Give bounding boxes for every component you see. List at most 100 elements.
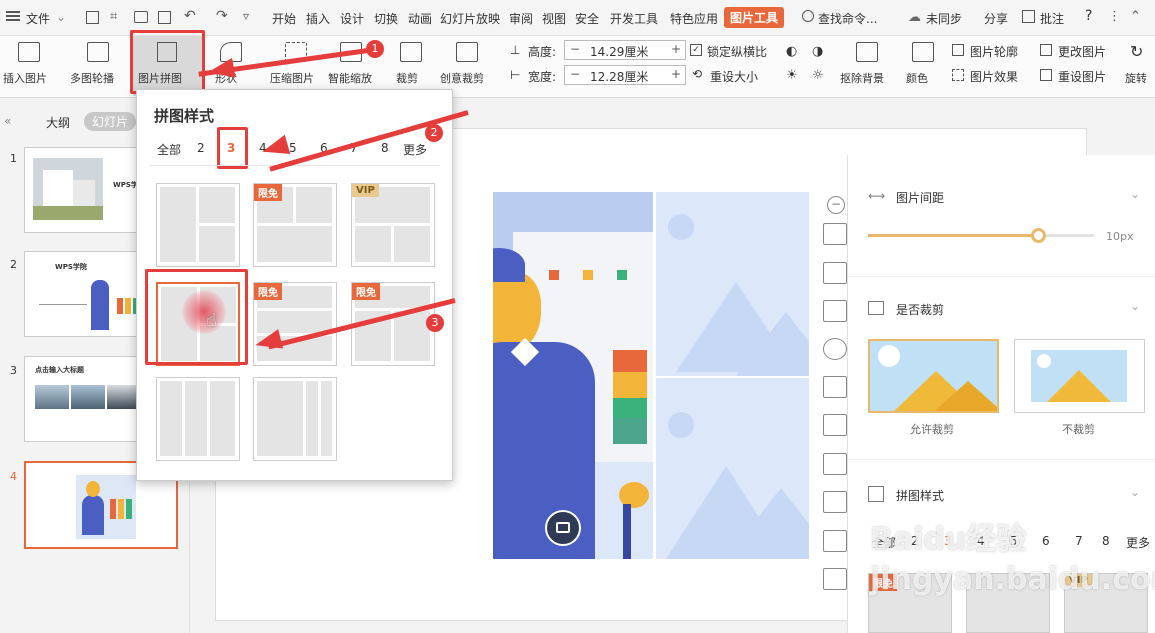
filter-8[interactable]: 8	[381, 141, 389, 155]
width-increment[interactable]: +	[671, 67, 681, 81]
step-number-badge: 2	[425, 124, 443, 142]
collage-style-option[interactable]	[156, 183, 240, 267]
height-label: 高度:	[528, 45, 557, 59]
tab-slideshow[interactable]: 幻灯片放映	[440, 10, 500, 27]
crop-tool-icon[interactable]	[823, 223, 847, 245]
chevron-down-icon[interactable]: ⌄	[1130, 299, 1140, 313]
command-search[interactable]: 查找命令...	[818, 10, 877, 27]
effects-button[interactable]: 图片效果	[970, 68, 1018, 85]
reset-picture-button[interactable]: 重设图片	[1058, 68, 1106, 85]
tab-animation[interactable]: 动画	[408, 10, 432, 27]
contrast-down-icon[interactable]: ◑	[812, 44, 823, 59]
filter-all[interactable]: 全部	[157, 141, 181, 158]
collage-tool-icon[interactable]	[823, 300, 847, 322]
tab-outline[interactable]: 大纲	[46, 114, 70, 131]
annotate-button[interactable]: 批注	[1040, 10, 1064, 27]
save-icon[interactable]	[86, 11, 99, 24]
sync-status[interactable]: 未同步	[926, 10, 962, 27]
adjust-tool-icon[interactable]	[823, 530, 847, 552]
remove-bg-button[interactable]: 抠除背景	[840, 70, 884, 86]
allow-crop-option[interactable]	[868, 339, 999, 413]
smart-zoom-button[interactable]: 智能缩放	[328, 70, 372, 86]
customize-icon[interactable]: ▿	[243, 9, 249, 23]
outline-button[interactable]: 图片轮廓	[970, 43, 1018, 60]
tab-transition[interactable]: 切换	[374, 10, 398, 27]
figure-illustration[interactable]	[493, 192, 653, 559]
collapse-icon[interactable]: ⌃	[1130, 9, 1141, 24]
search-icon[interactable]	[802, 10, 814, 22]
spacing-slider[interactable]	[868, 228, 1094, 243]
brightness-down-icon[interactable]: ☼	[812, 68, 824, 83]
insert-picture-button[interactable]: 插入图片	[3, 70, 47, 86]
collage-style-option[interactable]	[253, 377, 337, 461]
format-painter-icon[interactable]: ⌗	[110, 9, 117, 24]
crop-button[interactable]: 裁剪	[396, 70, 418, 86]
collage-style-option[interactable]: 限免	[253, 183, 337, 267]
slide-number: 3	[10, 364, 17, 377]
print-icon[interactable]	[134, 11, 148, 23]
redo-icon[interactable]: ↷	[216, 8, 228, 24]
fit-tool-icon[interactable]	[823, 376, 847, 398]
preview-tool-icon[interactable]	[823, 453, 847, 475]
lock-ratio-checkbox[interactable]: ✓	[690, 44, 702, 56]
tab-special[interactable]: 特色应用	[670, 10, 718, 27]
height-icon: ⊥	[510, 43, 521, 57]
tab-security[interactable]: 安全	[575, 10, 599, 27]
no-crop-option[interactable]	[1014, 339, 1145, 413]
width-decrement[interactable]: −	[570, 67, 580, 81]
contrast-up-icon[interactable]: ◐	[786, 44, 797, 59]
help-icon[interactable]: ?	[1085, 8, 1092, 24]
height-decrement[interactable]: −	[570, 42, 580, 56]
spacing-value: 10px	[1106, 230, 1134, 243]
tab-picture-tools[interactable]: 图片工具	[724, 7, 785, 28]
slide-number: 2	[10, 258, 17, 271]
height-increment[interactable]: +	[671, 42, 681, 56]
file-menu[interactable]: 文件	[26, 10, 50, 27]
more-icon[interactable]: ⋮	[1108, 9, 1121, 24]
chevron-down-icon[interactable]: ⌄	[1130, 187, 1140, 201]
creative-crop-icon	[456, 42, 478, 62]
color-button[interactable]: 颜色	[906, 70, 928, 86]
brightness-up-icon[interactable]: ☀	[786, 68, 798, 83]
share-button[interactable]: 分享	[984, 10, 1008, 27]
copy-tool-icon[interactable]	[823, 491, 847, 513]
hamburger-icon[interactable]	[6, 11, 20, 13]
spacing-slider-handle[interactable]	[1030, 228, 1046, 243]
highlight-box-collage	[130, 30, 205, 94]
compress-button[interactable]: 压缩图片	[270, 70, 314, 86]
zoom-tool-icon[interactable]	[823, 338, 847, 360]
width-field[interactable]: − 12.28厘米 +	[564, 65, 686, 85]
tab-review[interactable]: 审阅	[509, 10, 533, 27]
tab-slides[interactable]: 幻灯片	[84, 112, 137, 131]
tab-design[interactable]: 设计	[340, 10, 364, 27]
height-field[interactable]: − 14.29厘米 +	[564, 40, 686, 60]
collage-style-option[interactable]	[156, 377, 240, 461]
image-placeholder[interactable]	[656, 192, 809, 376]
collapse-panel-icon[interactable]: «	[4, 114, 11, 128]
pen-tool-icon[interactable]	[823, 262, 847, 284]
free-badge: 限免	[352, 283, 380, 300]
multi-carousel-button[interactable]: 多图轮播	[70, 70, 114, 86]
zoom-out-icon[interactable]: −	[827, 196, 845, 214]
replace-tool-icon[interactable]	[823, 414, 847, 436]
tab-view[interactable]: 视图	[542, 10, 566, 27]
print-preview-icon[interactable]	[158, 11, 171, 24]
collage-style-option[interactable]: VIP	[351, 183, 435, 267]
filter-more[interactable]: 更多	[403, 141, 427, 158]
image-placeholder[interactable]	[656, 378, 809, 559]
eraser-tool-icon[interactable]	[823, 568, 847, 590]
image-placeholder-icon[interactable]	[545, 510, 581, 546]
tab-insert[interactable]: 插入	[306, 10, 330, 27]
chevron-down-icon[interactable]: ⌄	[56, 10, 66, 24]
reset-size-button[interactable]: 重设大小	[710, 68, 758, 85]
chevron-down-icon[interactable]: ⌄	[1130, 485, 1140, 499]
selected-collage[interactable]	[493, 192, 809, 559]
tab-developer[interactable]: 开发工具	[610, 10, 658, 27]
rotate-button[interactable]: 旋转	[1125, 70, 1147, 86]
undo-icon[interactable]: ↶	[184, 8, 196, 24]
tab-start[interactable]: 开始	[272, 10, 296, 27]
filter-2[interactable]: 2	[197, 141, 205, 155]
change-picture-button[interactable]: 更改图片	[1058, 43, 1106, 60]
creative-crop-button[interactable]: 创意裁剪	[440, 70, 484, 86]
collage-style-option[interactable]: 限免	[253, 282, 337, 366]
